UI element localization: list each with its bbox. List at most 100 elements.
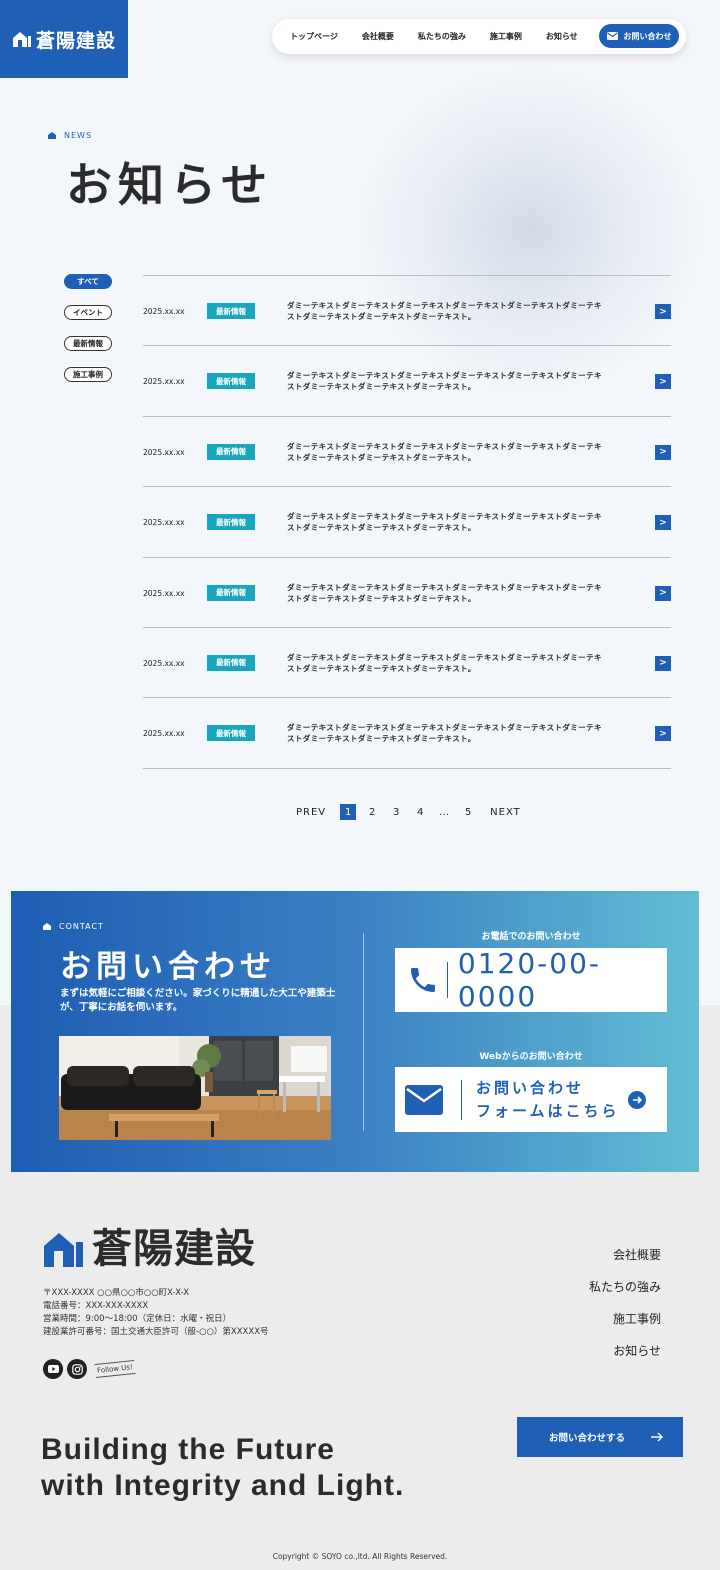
follow-us-label: Follow Us! <box>94 1359 136 1379</box>
news-category-tag: 最新情報 <box>207 725 255 742</box>
news-date: 2025.xx.xx <box>143 518 185 528</box>
contact-divider <box>363 933 364 1131</box>
contact-label: CONTACT <box>43 922 104 931</box>
news-arrow-button[interactable]: > <box>655 374 671 390</box>
footer-nav-strengths[interactable]: 私たちの強み <box>589 1278 661 1310</box>
house-small-icon <box>48 132 56 139</box>
news-excerpt: ダミーテキストダミーテキストダミーテキストダミーテキストダミーテキストダミーテキ… <box>287 371 602 392</box>
phone-number: 0120-00-0000 <box>457 947 601 1013</box>
form-label-line1: お問い合わせ <box>476 1078 585 1097</box>
news-arrow-button[interactable]: > <box>655 726 671 742</box>
news-arrow-button[interactable]: > <box>655 655 671 671</box>
news-item[interactable]: 2025.xx.xx 最新情報 ダミーテキストダミーテキストダミーテキストダミー… <box>143 417 671 488</box>
news-category-tag: 最新情報 <box>207 514 255 531</box>
contact-cta-button[interactable]: お問い合わせする <box>517 1417 683 1457</box>
instagram-icon <box>71 1363 83 1375</box>
section-label: NEWS <box>48 131 92 140</box>
news-item[interactable]: 2025.xx.xx 最新情報 ダミーテキストダミーテキストダミーテキストダミー… <box>143 276 671 347</box>
contact-form-button[interactable]: お問い合わせ フォームはこちら <box>395 1067 667 1132</box>
logo-text: 蒼陽建設 <box>35 29 116 52</box>
pagination-page[interactable]: 4 <box>412 804 428 820</box>
company-phone: 電話番号：XXX-XXX-XXXX <box>43 1301 149 1311</box>
youtube-link[interactable] <box>43 1359 63 1379</box>
filter-works[interactable]: 施工事例 <box>64 367 112 382</box>
news-excerpt: ダミーテキストダミーテキストダミーテキストダミーテキストダミーテキストダミーテキ… <box>287 723 602 744</box>
youtube-icon <box>47 1365 59 1373</box>
news-category-tag: 最新情報 <box>207 584 255 601</box>
news-item[interactable]: 2025.xx.xx 最新情報 ダミーテキストダミーテキストダミーテキストダミー… <box>143 628 671 699</box>
filter-latest[interactable]: 最新情報 <box>64 336 112 351</box>
news-arrow-button[interactable]: > <box>655 304 671 319</box>
contact-section: CONTACT お問い合わせ まずは気軽にご相談ください。家づくりに精通した大工… <box>11 891 699 1172</box>
instagram-link[interactable] <box>67 1359 87 1379</box>
news-item[interactable]: 2025.xx.xx 最新情報 ダミーテキストダミーテキストダミーテキストダミー… <box>143 346 671 417</box>
pagination-page-last[interactable]: 5 <box>460 804 476 820</box>
nav-contact-button[interactable]: お問い合わせ <box>599 24 679 48</box>
news-arrow-button[interactable]: > <box>655 515 671 531</box>
nav-item-top[interactable]: トップページ <box>290 31 338 42</box>
site-logo[interactable]: 蒼陽建設 <box>0 0 128 78</box>
company-license: 建設業許可番号：国土交通大臣許可（般-○○）第XXXXX号 <box>43 1327 269 1337</box>
nav-contact-label: お問い合わせ <box>623 31 672 41</box>
arrow-right-icon <box>651 1432 663 1442</box>
footer-nav-company[interactable]: 会社概要 <box>589 1246 661 1278</box>
copyright: Copyright © SOYO co.,ltd. All Rights Res… <box>272 1552 448 1561</box>
nav-item-works[interactable]: 施工事例 <box>490 31 522 42</box>
pagination-page-current[interactable]: 1 <box>340 804 357 820</box>
pagination-page[interactable]: 2 <box>364 804 380 820</box>
news-arrow-button[interactable]: > <box>655 585 671 601</box>
nav-item-company[interactable]: 会社概要 <box>362 31 394 42</box>
news-date: 2025.xx.xx <box>143 307 185 316</box>
pagination-page[interactable]: 3 <box>388 804 404 820</box>
tagline-line1: Building the Future <box>41 1433 335 1466</box>
news-excerpt: ダミーテキストダミーテキストダミーテキストダミーテキストダミーテキストダミーテキ… <box>287 652 602 673</box>
filter-event[interactable]: イベント <box>64 305 112 320</box>
tagline: Building the Future with Integrity and L… <box>41 1432 404 1504</box>
main-nav: トップページ 会社概要 私たちの強み 施工事例 お知らせ お問い合わせ <box>272 19 686 54</box>
contact-description: まずは気軽にご相談ください。家づくりに精通した大工や建築士が、丁寧にお話を伺いま… <box>60 988 336 1013</box>
form-label: お問い合わせ フォームはこちら <box>476 1077 626 1123</box>
news-date: 2025.xx.xx <box>143 447 185 457</box>
news-list: 2025.xx.xx 最新情報 ダミーテキストダミーテキストダミーテキストダミー… <box>143 275 671 769</box>
arrow-right-circle-icon <box>628 1090 646 1109</box>
filter-all[interactable]: すべて <box>64 274 112 289</box>
category-filters: すべて イベント 最新情報 施工事例 <box>64 274 114 398</box>
footer-nav-news[interactable]: お知らせ <box>589 1342 661 1374</box>
logo-house-icon <box>12 32 31 47</box>
news-category-tag: 最新情報 <box>207 443 255 460</box>
form-label-line2: フォームはこちら <box>476 1101 620 1120</box>
news-arrow-button[interactable]: > <box>655 444 671 460</box>
contact-title: お問い合わせ <box>60 949 276 985</box>
phone-caption: お電話でのお問い合わせ <box>481 932 581 942</box>
form-divider <box>461 1079 462 1120</box>
nav-item-news[interactable]: お知らせ <box>546 31 578 42</box>
footer-logo[interactable]: 蒼陽建設 <box>42 1229 256 1269</box>
house-small-icon <box>43 923 51 930</box>
pagination-prev[interactable]: PREV <box>296 807 326 818</box>
logo-house-icon <box>44 1233 83 1267</box>
pagination-next[interactable]: NEXT <box>490 807 521 818</box>
nav-item-strengths[interactable]: 私たちの強み <box>418 31 466 42</box>
footer-nav-works[interactable]: 施工事例 <box>589 1310 661 1342</box>
news-excerpt: ダミーテキストダミーテキストダミーテキストダミーテキストダミーテキストダミーテキ… <box>287 582 602 603</box>
footer-logo-text: 蒼陽建設 <box>92 1226 256 1272</box>
company-address: 〒XXX-XXXX ○○県○○市○○町X-X-X <box>43 1288 190 1298</box>
news-item[interactable]: 2025.xx.xx 最新情報 ダミーテキストダミーテキストダミーテキストダミー… <box>143 558 671 628</box>
news-excerpt: ダミーテキストダミーテキストダミーテキストダミーテキストダミーテキストダミーテキ… <box>287 301 602 321</box>
company-hours: 営業時間：9:00〜18:00（定休日：水曜・祝日） <box>43 1314 232 1324</box>
mail-icon <box>606 32 618 40</box>
section-label-text: NEWS <box>64 131 93 140</box>
phone-divider <box>446 962 448 998</box>
news-category-tag: 最新情報 <box>207 654 255 671</box>
web-caption: Webからのお問い合わせ <box>479 1052 583 1062</box>
news-item[interactable]: 2025.xx.xx 最新情報 ダミーテキストダミーテキストダミーテキストダミー… <box>143 487 671 558</box>
news-date: 2025.xx.xx <box>143 658 185 668</box>
phone-button[interactable]: 0120-00-0000 <box>395 947 667 1013</box>
interior-photo <box>59 1036 331 1140</box>
cta-label: お問い合わせする <box>549 1433 626 1444</box>
news-date: 2025.xx.xx <box>143 729 185 739</box>
mail-icon <box>405 1084 443 1115</box>
footer-nav: 会社概要 私たちの強み 施工事例 お知らせ <box>589 1246 661 1374</box>
news-item[interactable]: 2025.xx.xx 最新情報 ダミーテキストダミーテキストダミーテキストダミー… <box>143 698 671 769</box>
phone-icon <box>410 968 435 992</box>
